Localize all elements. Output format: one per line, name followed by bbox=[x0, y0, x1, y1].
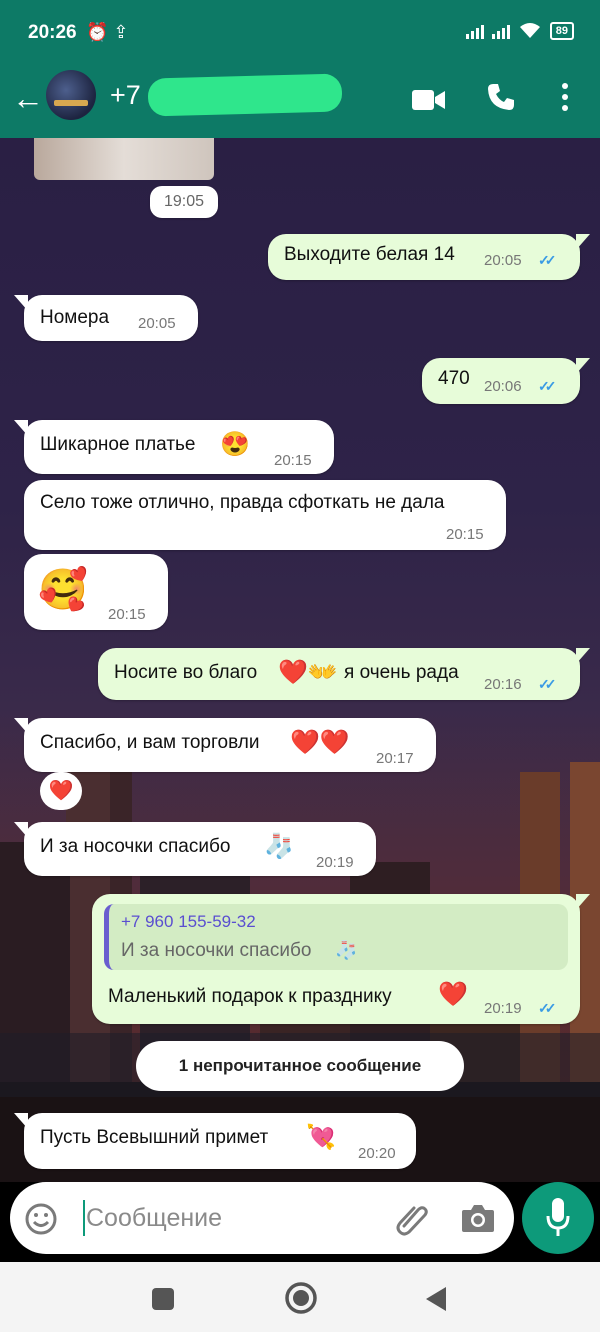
message-time: 20:19 bbox=[316, 854, 354, 871]
message-text: Шикарное платье bbox=[40, 434, 196, 455]
read-ticks-icon: ✓✓ bbox=[538, 1000, 557, 1016]
chat-area[interactable]: 19:05 Выходите белая 14 20:05 ✓✓ Номера … bbox=[0, 138, 600, 1182]
message-time: 20:20 bbox=[358, 1145, 396, 1162]
read-ticks-icon: ✓✓ bbox=[538, 252, 557, 268]
image-message-thumbnail[interactable] bbox=[34, 138, 214, 180]
battery-indicator: 89 bbox=[549, 22, 574, 40]
phone-icon[interactable] bbox=[486, 82, 516, 112]
attach-icon[interactable] bbox=[394, 1200, 430, 1236]
signal-icon-2 bbox=[491, 23, 510, 39]
emoji-icon[interactable] bbox=[24, 1202, 58, 1236]
quoted-text: И за носочки спасибо bbox=[121, 940, 312, 961]
message-time: 20:19 bbox=[484, 1000, 522, 1017]
message-text: Село тоже отлично, правда сфоткать не да… bbox=[40, 492, 445, 513]
message-time: 20:15 bbox=[446, 526, 484, 543]
emoji-smiling-hearts: 🥰 bbox=[38, 568, 88, 612]
unread-messages-label: 1 непрочитанное сообщение bbox=[136, 1041, 464, 1091]
message-bubble-incoming[interactable]: И за носочки спасибо 🧦 20:19 bbox=[14, 822, 376, 876]
more-vert-icon[interactable] bbox=[560, 82, 570, 112]
redaction-scribble bbox=[147, 73, 343, 117]
message-text: И за носочки спасибо bbox=[40, 836, 231, 857]
message-text: Пусть Всевышний примет bbox=[40, 1127, 269, 1148]
message-bubble-outgoing[interactable]: Выходите белая 14 20:05 ✓✓ bbox=[268, 234, 590, 280]
message-text: Маленький подарок к празднику bbox=[108, 986, 392, 1007]
message-bubble-outgoing[interactable]: Носите во благо ❤️👐 я очень рада 20:16 ✓… bbox=[98, 648, 590, 700]
wifi-icon bbox=[519, 23, 540, 38]
message-time: 20:05 bbox=[138, 315, 176, 332]
emoji-heart-eyes: 😍 bbox=[220, 431, 250, 458]
status-time: 20:26 bbox=[28, 22, 77, 43]
message-bubble-incoming[interactable]: Пусть Всевышний примет 💘 20:20 bbox=[14, 1113, 416, 1169]
message-input-field[interactable] bbox=[10, 1182, 514, 1254]
message-text: Носите во благо bbox=[114, 662, 258, 683]
message-text: Выходите белая 14 bbox=[284, 244, 455, 265]
back-arrow-icon[interactable]: ← bbox=[12, 82, 44, 114]
message-time: 20:05 bbox=[484, 252, 522, 269]
camera-icon[interactable] bbox=[460, 1202, 496, 1234]
reaction-badge[interactable]: ❤️ bbox=[40, 772, 82, 810]
text-caret bbox=[83, 1200, 85, 1236]
emoji-heart-arrow: 💘 bbox=[306, 1124, 336, 1151]
message-bubble-outgoing[interactable]: 470 20:06 ✓✓ bbox=[422, 358, 590, 404]
quoted-sender: +7 960 155-59-32 bbox=[121, 912, 256, 931]
emoji-heart: ❤️ bbox=[438, 981, 468, 1008]
message-bubble-incoming[interactable]: Спасибо, и вам торговли ❤️❤️ 20:17 bbox=[14, 718, 436, 772]
image-time-chip: 19:05 bbox=[150, 186, 218, 218]
message-text: 470 bbox=[438, 368, 470, 389]
message-time: 20:15 bbox=[274, 452, 312, 469]
message-time: 20:16 bbox=[484, 676, 522, 693]
chat-header: ← +7 9 bbox=[0, 66, 600, 138]
avatar[interactable] bbox=[46, 70, 96, 120]
video-call-icon[interactable] bbox=[412, 88, 446, 112]
read-ticks-icon: ✓✓ bbox=[538, 676, 557, 692]
status-right: 89 bbox=[465, 22, 574, 40]
status-bar: 20:26 ⏰ ⇪ 89 bbox=[0, 0, 600, 66]
message-input[interactable] bbox=[86, 1196, 386, 1240]
message-text: Спасибо, и вам торговли bbox=[40, 732, 260, 753]
read-ticks-icon: ✓✓ bbox=[538, 378, 557, 394]
message-time: 20:15 bbox=[108, 606, 146, 623]
composer-bar bbox=[0, 1182, 600, 1262]
quoted-message[interactable]: +7 960 155-59-32 И за носочки спасибо 🧦 bbox=[104, 904, 568, 970]
emoji-heart-hands: ❤️👐 bbox=[278, 659, 338, 686]
nav-home-icon[interactable] bbox=[284, 1281, 318, 1315]
message-text: Номера bbox=[40, 307, 110, 328]
emoji-socks: 🧦 bbox=[335, 940, 358, 960]
status-notification-icons: ⏰ ⇪ bbox=[86, 22, 129, 42]
nav-back-icon[interactable] bbox=[424, 1286, 448, 1312]
mic-button[interactable] bbox=[522, 1182, 594, 1254]
message-bubble-incoming[interactable]: 🥰 20:15 bbox=[24, 554, 168, 630]
mic-icon bbox=[546, 1198, 570, 1236]
message-bubble-incoming[interactable]: Шикарное платье 😍 20:15 bbox=[14, 420, 334, 474]
emoji-hearts: ❤️❤️ bbox=[290, 729, 350, 756]
message-time: 20:06 bbox=[484, 378, 522, 395]
message-bubble-incoming[interactable]: Номера 20:05 bbox=[14, 295, 198, 341]
nav-recents-icon[interactable] bbox=[151, 1287, 175, 1311]
message-bubble-outgoing-reply[interactable]: +7 960 155-59-32 И за носочки спасибо 🧦 … bbox=[92, 894, 590, 1024]
emoji-socks: 🧦 bbox=[264, 833, 294, 860]
message-text-cont: я очень рада bbox=[344, 662, 459, 683]
message-bubble-incoming[interactable]: Село тоже отлично, правда сфоткать не да… bbox=[24, 480, 506, 550]
system-navigation-bar bbox=[0, 1262, 600, 1332]
message-time: 20:17 bbox=[376, 750, 414, 767]
signal-icon bbox=[465, 23, 484, 39]
